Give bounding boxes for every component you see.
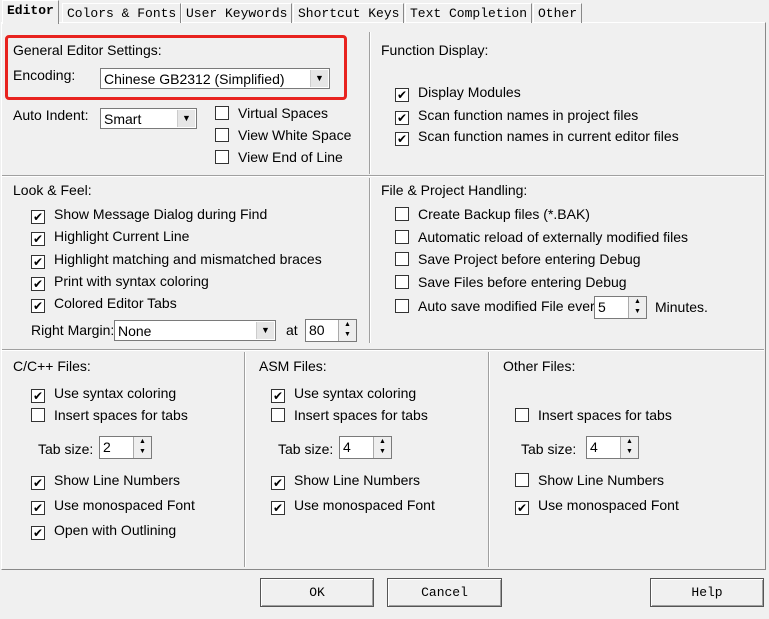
- auto-reload-checkbox[interactable]: Automatic reload of externally modified …: [395, 229, 688, 245]
- divider: [2, 349, 764, 351]
- other-insert-spaces-checkbox[interactable]: Insert spaces for tabs: [515, 407, 672, 423]
- spinner-arrows-icon[interactable]: ▲ ▼: [628, 297, 646, 318]
- tab-text-completion[interactable]: Text Completion: [405, 3, 533, 23]
- asm-line-numbers-checkbox[interactable]: ✔ Show Line Numbers: [271, 472, 420, 490]
- encoding-value: Chinese GB2312 (Simplified): [104, 71, 285, 87]
- other-monospaced-checkbox[interactable]: ✔ Use monospaced Font: [515, 497, 679, 515]
- encoding-label: Encoding:: [13, 67, 76, 83]
- right-margin-value: None: [118, 323, 152, 339]
- tab-shortcut-keys[interactable]: Shortcut Keys: [293, 3, 405, 23]
- look-feel-title: Look & Feel:: [13, 182, 92, 198]
- virtual-spaces-checkbox[interactable]: Virtual Spaces: [215, 105, 328, 121]
- ok-button[interactable]: OK: [260, 578, 374, 607]
- right-margin-spinner[interactable]: 80 ▲ ▼: [305, 319, 357, 342]
- asm-syntax-checkbox[interactable]: ✔ Use syntax coloring: [271, 385, 416, 403]
- highlight-braces-checkbox[interactable]: ✔ Highlight matching and mismatched brace…: [31, 251, 322, 269]
- tab-user-keywords[interactable]: User Keywords: [181, 3, 293, 23]
- print-syntax-coloring-checkbox[interactable]: ✔ Print with syntax coloring: [31, 273, 209, 291]
- divider: [369, 178, 371, 343]
- divider: [2, 175, 764, 177]
- spinner-arrows-icon[interactable]: ▲ ▼: [133, 437, 151, 458]
- asm-insert-spaces-checkbox[interactable]: Insert spaces for tabs: [271, 407, 428, 423]
- auto-indent-select[interactable]: Smart ▼: [100, 108, 197, 129]
- right-margin-select[interactable]: None ▼: [114, 320, 276, 341]
- chevron-down-icon[interactable]: ▼: [310, 70, 328, 87]
- tab-other[interactable]: Other: [533, 3, 583, 23]
- c-line-numbers-checkbox[interactable]: ✔ Show Line Numbers: [31, 472, 180, 490]
- create-backup-checkbox[interactable]: Create Backup files (*.BAK): [395, 206, 590, 222]
- encoding-select[interactable]: Chinese GB2312 (Simplified) ▼: [100, 68, 330, 89]
- at-label: at: [286, 322, 298, 338]
- auto-indent-value: Smart: [104, 111, 142, 127]
- chevron-down-icon[interactable]: ▼: [177, 110, 195, 127]
- asm-monospaced-checkbox[interactable]: ✔ Use monospaced Font: [271, 497, 435, 515]
- other-files-title: Other Files:: [503, 358, 576, 374]
- tab-editor[interactable]: Editor: [2, 0, 59, 24]
- colored-editor-tabs-checkbox[interactable]: ✔ Colored Editor Tabs: [31, 295, 177, 313]
- cancel-button[interactable]: Cancel: [387, 578, 502, 607]
- scan-editor-files-checkbox[interactable]: ✔ Scan function names in current editor f…: [395, 128, 679, 146]
- scan-project-files-checkbox[interactable]: ✔ Scan function names in project files: [395, 107, 638, 125]
- save-files-debug-checkbox[interactable]: Save Files before entering Debug: [395, 274, 627, 290]
- asm-tab-size-label: Tab size:: [278, 441, 334, 457]
- function-display-title: Function Display:: [381, 42, 489, 58]
- auto-save-checkbox[interactable]: Auto save modified File every: [395, 298, 602, 314]
- c-syntax-checkbox[interactable]: ✔ Use syntax coloring: [31, 385, 176, 403]
- auto-indent-label: Auto Indent:: [13, 107, 89, 123]
- show-message-dialog-checkbox[interactable]: ✔ Show Message Dialog during Find: [31, 206, 267, 224]
- c-files-title: C/C++ Files:: [13, 358, 91, 374]
- c-tab-size-spinner[interactable]: 2 ▲ ▼: [99, 436, 152, 459]
- chevron-down-icon[interactable]: ▼: [256, 322, 274, 339]
- spinner-arrows-icon[interactable]: ▲ ▼: [620, 437, 638, 458]
- c-insert-spaces-checkbox[interactable]: Insert spaces for tabs: [31, 407, 188, 423]
- other-line-numbers-checkbox[interactable]: Show Line Numbers: [515, 472, 664, 488]
- divider: [244, 352, 246, 567]
- other-tab-size-spinner[interactable]: 4 ▲ ▼: [586, 436, 639, 459]
- minutes-label: Minutes.: [655, 299, 708, 315]
- divider: [488, 352, 490, 567]
- divider: [369, 32, 371, 174]
- c-outlining-checkbox[interactable]: ✔ Open with Outlining: [31, 522, 176, 540]
- spinner-arrows-icon[interactable]: ▲ ▼: [338, 320, 356, 341]
- spinner-arrows-icon[interactable]: ▲ ▼: [373, 437, 391, 458]
- c-monospaced-checkbox[interactable]: ✔ Use monospaced Font: [31, 497, 195, 515]
- auto-save-spinner[interactable]: 5 ▲ ▼: [594, 296, 647, 319]
- tab-colors-fonts[interactable]: Colors & Fonts: [62, 3, 182, 23]
- view-end-of-line-checkbox[interactable]: View End of Line: [215, 149, 343, 165]
- highlight-current-line-checkbox[interactable]: ✔ Highlight Current Line: [31, 228, 189, 246]
- file-project-title: File & Project Handling:: [381, 182, 528, 198]
- asm-tab-size-spinner[interactable]: 4 ▲ ▼: [339, 436, 392, 459]
- asm-files-title: ASM Files:: [259, 358, 327, 374]
- display-modules-checkbox[interactable]: ✔ Display Modules: [395, 84, 521, 102]
- right-margin-label: Right Margin:: [31, 322, 115, 338]
- other-tab-size-label: Tab size:: [521, 441, 577, 457]
- general-settings-title: General Editor Settings:: [13, 42, 162, 58]
- help-button[interactable]: Help: [650, 578, 764, 607]
- view-white-space-checkbox[interactable]: View White Space: [215, 127, 351, 143]
- save-project-debug-checkbox[interactable]: Save Project before entering Debug: [395, 251, 641, 267]
- c-tab-size-label: Tab size:: [38, 441, 94, 457]
